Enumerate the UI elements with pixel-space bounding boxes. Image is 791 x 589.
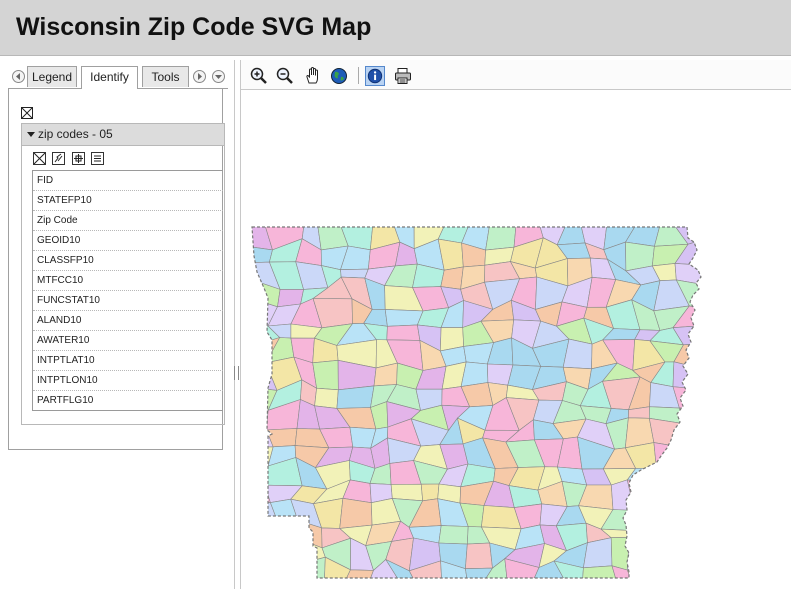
- map-panel: [240, 60, 791, 589]
- zip-code-area[interactable]: [662, 538, 686, 567]
- zip-code-area[interactable]: [676, 539, 705, 570]
- zip-code-area[interactable]: [293, 556, 326, 584]
- tab-scroll-right-icon[interactable]: [193, 70, 206, 83]
- zip-code-area[interactable]: [653, 524, 689, 547]
- layer-title: zip codes - 05: [38, 127, 113, 141]
- attribute-table: FID STATEFP10 Zip Code GEOID10 CLASSFP10 MTFC…: [32, 170, 223, 411]
- zip-code-area[interactable]: [653, 442, 689, 469]
- zip-code-area[interactable]: [266, 565, 295, 584]
- left-panel: Legend Identify Tools zip codes - 05 FID…: [0, 60, 235, 589]
- toolbar-separator: [358, 67, 359, 84]
- tab-menu-icon[interactable]: [212, 70, 225, 83]
- zip-code-area[interactable]: [626, 565, 667, 584]
- zip-code-area[interactable]: [249, 479, 271, 503]
- zip-code-area[interactable]: [465, 542, 493, 570]
- tab-legend[interactable]: Legend: [27, 66, 77, 87]
- zip-code-area[interactable]: [440, 266, 464, 290]
- zip-code-area[interactable]: [249, 465, 269, 486]
- layer-results: zip codes - 05 FID STATEFP10 Zip Code GEOID…: [21, 123, 225, 425]
- details-list-icon[interactable]: [91, 152, 105, 165]
- zip-code-area[interactable]: [672, 498, 705, 527]
- attribute-row[interactable]: MTFCC10: [33, 271, 223, 291]
- tab-scroll-left-icon[interactable]: [12, 70, 25, 83]
- clear-results-icon[interactable]: [21, 107, 33, 119]
- attribute-toolbar: [33, 152, 106, 166]
- zip-code-area[interactable]: [485, 224, 517, 251]
- page-header: Wisconsin Zip Code SVG Map: [0, 0, 791, 56]
- attribute-row[interactable]: FUNCSTAT10: [33, 291, 223, 311]
- zip-code-area[interactable]: [249, 560, 268, 584]
- layer-header[interactable]: zip codes - 05: [22, 124, 224, 146]
- pan-hand-icon[interactable]: [303, 66, 323, 86]
- zip-code-area[interactable]: [676, 524, 705, 547]
- identify-panel: zip codes - 05 FID STATEFP10 Zip Code GEOID…: [8, 89, 225, 450]
- attribute-row[interactable]: INTPTLAT10: [33, 351, 223, 371]
- zip-code-area[interactable]: [672, 485, 705, 502]
- zip-code-area[interactable]: [314, 387, 339, 409]
- tab-tools[interactable]: Tools: [142, 66, 189, 87]
- zip-code-area[interactable]: [249, 539, 270, 569]
- zip-code-area[interactable]: [650, 481, 684, 512]
- attribute-row[interactable]: PARTFLG10: [33, 391, 223, 410]
- globe-full-extent-icon[interactable]: [329, 66, 349, 86]
- zip-code-area[interactable]: [682, 457, 705, 490]
- highlight-feature-icon[interactable]: [52, 152, 66, 165]
- attribute-row[interactable]: Zip Code: [33, 211, 223, 231]
- print-icon[interactable]: [393, 66, 413, 86]
- zip-code-area[interactable]: [650, 558, 686, 584]
- zip-code-area[interactable]: [386, 324, 421, 341]
- page-title: Wisconsin Zip Code SVG Map: [16, 13, 372, 41]
- zip-code-area[interactable]: [249, 398, 269, 431]
- zip-code-area[interactable]: [682, 423, 705, 449]
- zip-code-area[interactable]: [653, 497, 689, 528]
- tab-identify[interactable]: Identify: [81, 66, 138, 89]
- attribute-row[interactable]: GEOID10: [33, 231, 223, 251]
- zip-code-area[interactable]: [628, 527, 664, 539]
- zip-code-area[interactable]: [266, 537, 297, 568]
- zip-code-area[interactable]: [679, 405, 705, 429]
- collapse-caret-icon[interactable]: [27, 132, 35, 137]
- attribute-row[interactable]: AWATER10: [33, 331, 223, 351]
- zip-code-area[interactable]: [633, 510, 655, 532]
- zip-code-area[interactable]: [340, 268, 369, 279]
- zip-code-area[interactable]: [312, 359, 339, 391]
- zip-code-area[interactable]: [626, 479, 654, 512]
- attribute-row[interactable]: FID: [33, 171, 223, 191]
- zoom-out-icon[interactable]: [275, 66, 295, 86]
- zip-code-area[interactable]: [438, 525, 469, 545]
- attribute-row[interactable]: ALAND10: [33, 311, 223, 331]
- zoom-in-icon[interactable]: [249, 66, 269, 86]
- zip-code-area[interactable]: [626, 537, 666, 571]
- attribute-row[interactable]: STATEFP10: [33, 191, 223, 211]
- zip-code-area[interactable]: [611, 565, 635, 584]
- zip-code-area[interactable]: [672, 361, 705, 390]
- attribute-row[interactable]: CLASSFP10: [33, 251, 223, 271]
- map-toolbar: [241, 60, 791, 90]
- zip-code-area[interactable]: [581, 565, 618, 584]
- zip-code-area[interactable]: [390, 483, 424, 502]
- zip-code-area[interactable]: [686, 436, 706, 461]
- zip-code-area[interactable]: [680, 558, 705, 584]
- attribute-row[interactable]: INTPTLON10: [33, 371, 223, 391]
- zip-code-area[interactable]: [420, 483, 440, 502]
- zip-code-area[interactable]: [610, 479, 635, 511]
- panel-splitter[interactable]: [234, 366, 239, 380]
- zip-code-area[interactable]: [384, 309, 424, 327]
- identify-info-icon[interactable]: [365, 66, 385, 86]
- zip-code-area[interactable]: [249, 526, 281, 544]
- zoom-to-feature-icon[interactable]: [71, 152, 85, 165]
- zip-code-area[interactable]: [268, 519, 299, 544]
- zip-code-area[interactable]: [336, 385, 375, 409]
- tab-strip: Legend Identify Tools: [8, 66, 228, 89]
- zip-code-area[interactable]: [339, 497, 373, 529]
- clear-feature-icon[interactable]: [33, 152, 46, 165]
- zip-code-map[interactable]: [241, 90, 791, 589]
- zip-code-area[interactable]: [610, 537, 630, 571]
